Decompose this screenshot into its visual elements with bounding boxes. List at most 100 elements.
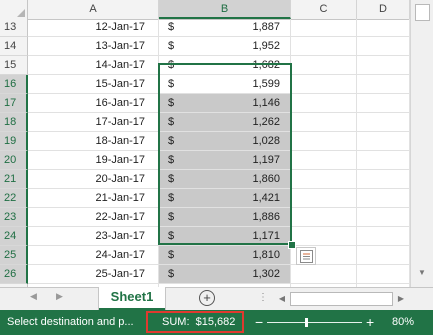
date-cell[interactable]: 14-Jan-17 xyxy=(28,56,159,75)
amount-cell[interactable]: $1,860 xyxy=(159,170,291,189)
empty-cell[interactable] xyxy=(357,227,410,246)
currency-symbol: $ xyxy=(168,249,175,261)
empty-cell[interactable] xyxy=(357,170,410,189)
empty-cell[interactable] xyxy=(357,94,410,113)
amount-cell[interactable]: $1,146 xyxy=(159,94,291,113)
empty-cell[interactable] xyxy=(291,265,357,284)
vertical-scroll-thumb[interactable] xyxy=(415,4,430,21)
amount-cell[interactable]: $1,682 xyxy=(159,56,291,75)
empty-cell[interactable] xyxy=(291,227,357,246)
date-cell[interactable]: 22-Jan-17 xyxy=(28,208,159,227)
date-cell[interactable]: 20-Jan-17 xyxy=(28,170,159,189)
table-row: 17 16-Jan-17 $1,146 xyxy=(0,94,410,113)
date-cell[interactable]: 15-Jan-17 xyxy=(28,75,159,94)
amount-cell[interactable]: $1,886 xyxy=(159,208,291,227)
empty-cell[interactable] xyxy=(357,246,410,265)
sum-readout[interactable]: SUM: $15,682 xyxy=(162,310,235,335)
date-cell[interactable]: 12-Jan-17 xyxy=(28,19,159,37)
row-header[interactable]: 14 xyxy=(0,37,28,56)
scroll-left-arrow-icon[interactable]: ◀ xyxy=(276,291,288,306)
row-header[interactable]: 25 xyxy=(0,246,28,265)
sheet-tab-sheet1[interactable]: Sheet1 xyxy=(99,287,165,311)
amount-cell[interactable]: $1,171 xyxy=(159,227,291,246)
empty-cell[interactable] xyxy=(357,56,410,75)
empty-cell[interactable] xyxy=(291,189,357,208)
row-header[interactable]: 24 xyxy=(0,227,28,246)
row-header[interactable]: 13 xyxy=(0,19,28,37)
date-cell[interactable]: 19-Jan-17 xyxy=(28,151,159,170)
zoom-slider-thumb[interactable] xyxy=(305,318,308,327)
scroll-right-arrow-icon[interactable]: ▶ xyxy=(395,291,407,306)
horizontal-scrollbar[interactable]: ◀ ▶ xyxy=(276,291,408,306)
amount-cell[interactable]: $1,197 xyxy=(159,151,291,170)
date-cell[interactable]: 25-Jan-17 xyxy=(28,265,159,284)
empty-cell[interactable] xyxy=(357,265,410,284)
select-all-corner[interactable] xyxy=(0,0,28,19)
amount-cell[interactable]: $1,887 xyxy=(159,19,291,37)
row-header[interactable]: 15 xyxy=(0,56,28,75)
date-cell[interactable]: 23-Jan-17 xyxy=(28,227,159,246)
empty-cell[interactable] xyxy=(357,132,410,151)
empty-cell[interactable] xyxy=(291,19,357,37)
row-header[interactable]: 26 xyxy=(0,265,28,284)
empty-cell[interactable] xyxy=(357,151,410,170)
column-header-d[interactable]: D xyxy=(357,0,410,19)
zoom-slider-track[interactable] xyxy=(267,322,362,323)
worksheet-grid: 13 12-Jan-17 $1,887 14 13-Jan-17 $1,952 15 14-J… xyxy=(0,19,410,287)
amount-cell[interactable]: $1,302 xyxy=(159,265,291,284)
row-header[interactable]: 21 xyxy=(0,170,28,189)
date-cell[interactable]: 16-Jan-17 xyxy=(28,94,159,113)
row-header[interactable]: 20 xyxy=(0,151,28,170)
amount-cell[interactable]: $1,810 xyxy=(159,246,291,265)
row-header[interactable]: 23 xyxy=(0,208,28,227)
column-header-c[interactable]: C xyxy=(291,0,357,19)
amount-cell[interactable]: $1,421 xyxy=(159,189,291,208)
date-cell[interactable]: 24-Jan-17 xyxy=(28,246,159,265)
table-row: 19 18-Jan-17 $1,028 xyxy=(0,132,410,151)
amount-cell[interactable]: $1,599 xyxy=(159,75,291,94)
fill-handle[interactable] xyxy=(288,241,296,249)
date-cell[interactable]: 17-Jan-17 xyxy=(28,113,159,132)
column-header-b[interactable]: B xyxy=(159,0,291,19)
empty-cell[interactable] xyxy=(291,132,357,151)
empty-cell[interactable] xyxy=(357,208,410,227)
row-header[interactable]: 18 xyxy=(0,113,28,132)
empty-cell[interactable] xyxy=(291,170,357,189)
vertical-scrollbar[interactable]: ▼ xyxy=(410,0,433,287)
plus-circle-icon[interactable]: + xyxy=(199,290,215,306)
row-header[interactable]: 16 xyxy=(0,75,28,94)
empty-cell[interactable] xyxy=(291,37,357,56)
currency-symbol: $ xyxy=(168,135,175,147)
tab-split-handle[interactable]: ⋮ xyxy=(258,292,268,303)
zoom-level[interactable]: 80% xyxy=(392,310,414,335)
row-header[interactable]: 17 xyxy=(0,94,28,113)
empty-cell[interactable] xyxy=(291,75,357,94)
empty-cell[interactable] xyxy=(357,113,410,132)
empty-cell[interactable] xyxy=(357,189,410,208)
empty-cell[interactable] xyxy=(357,37,410,56)
quick-analysis-button[interactable] xyxy=(296,247,316,265)
empty-cell[interactable] xyxy=(291,151,357,170)
row-header[interactable]: 22 xyxy=(0,189,28,208)
currency-symbol: $ xyxy=(168,192,175,204)
amount-cell[interactable]: $1,262 xyxy=(159,113,291,132)
amount-cell[interactable]: $1,028 xyxy=(159,132,291,151)
horizontal-scroll-thumb[interactable] xyxy=(290,292,393,306)
triangle-right-icon[interactable]: ▶ xyxy=(56,291,63,302)
empty-cell[interactable] xyxy=(291,113,357,132)
date-cell[interactable]: 13-Jan-17 xyxy=(28,37,159,56)
amount-cell[interactable]: $1,952 xyxy=(159,37,291,56)
zoom-in-button[interactable]: + xyxy=(366,310,374,335)
empty-cell[interactable] xyxy=(357,19,410,37)
date-cell[interactable]: 21-Jan-17 xyxy=(28,189,159,208)
triangle-left-icon[interactable]: ◀ xyxy=(30,291,37,302)
column-header-a[interactable]: A xyxy=(28,0,159,19)
empty-cell[interactable] xyxy=(357,75,410,94)
zoom-out-button[interactable]: − xyxy=(255,310,263,335)
empty-cell[interactable] xyxy=(291,56,357,75)
empty-cell[interactable] xyxy=(291,208,357,227)
date-cell[interactable]: 18-Jan-17 xyxy=(28,132,159,151)
empty-cell[interactable] xyxy=(291,94,357,113)
scroll-down-arrow-icon[interactable]: ▼ xyxy=(415,268,429,282)
row-header[interactable]: 19 xyxy=(0,132,28,151)
